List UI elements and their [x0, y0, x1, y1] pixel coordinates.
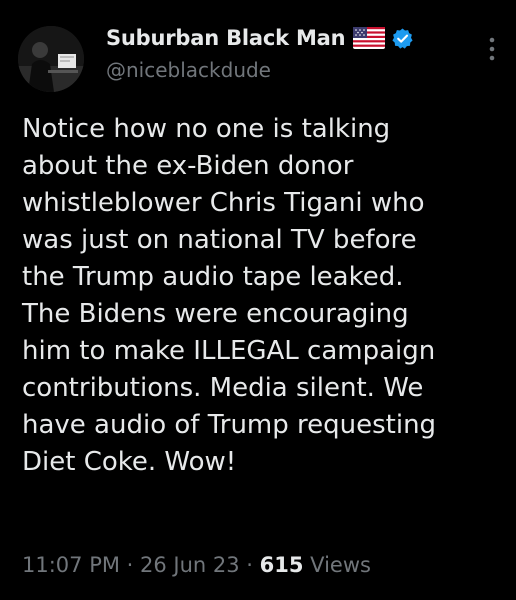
- meta-separator: ·: [119, 553, 141, 577]
- display-name[interactable]: Suburban Black Man: [106, 26, 346, 50]
- verified-badge-icon[interactable]: [391, 27, 414, 50]
- meta-separator: ·: [239, 553, 260, 577]
- author-handle[interactable]: @niceblackdude: [106, 58, 271, 82]
- tweet-text: Notice how no one is talking about the e…: [22, 114, 437, 477]
- tweet-time[interactable]: 11:07 PM: [22, 553, 120, 577]
- views-count[interactable]: 615: [260, 553, 304, 577]
- us-flag-icon: [353, 27, 386, 49]
- views-label: Views: [303, 553, 371, 577]
- tweet-date[interactable]: 26 Jun 23: [140, 553, 240, 577]
- author-name-row: Suburban Black Man: [106, 26, 414, 50]
- avatar-image: [18, 26, 84, 92]
- tweet-meta: 11:07 PM · 26 Jun 23 · 615 Views: [22, 553, 371, 577]
- tweet-card: Suburban Black Man @niceblackdude Notice…: [0, 0, 516, 600]
- more-vertical-icon[interactable]: [485, 34, 499, 64]
- avatar[interactable]: [18, 26, 84, 92]
